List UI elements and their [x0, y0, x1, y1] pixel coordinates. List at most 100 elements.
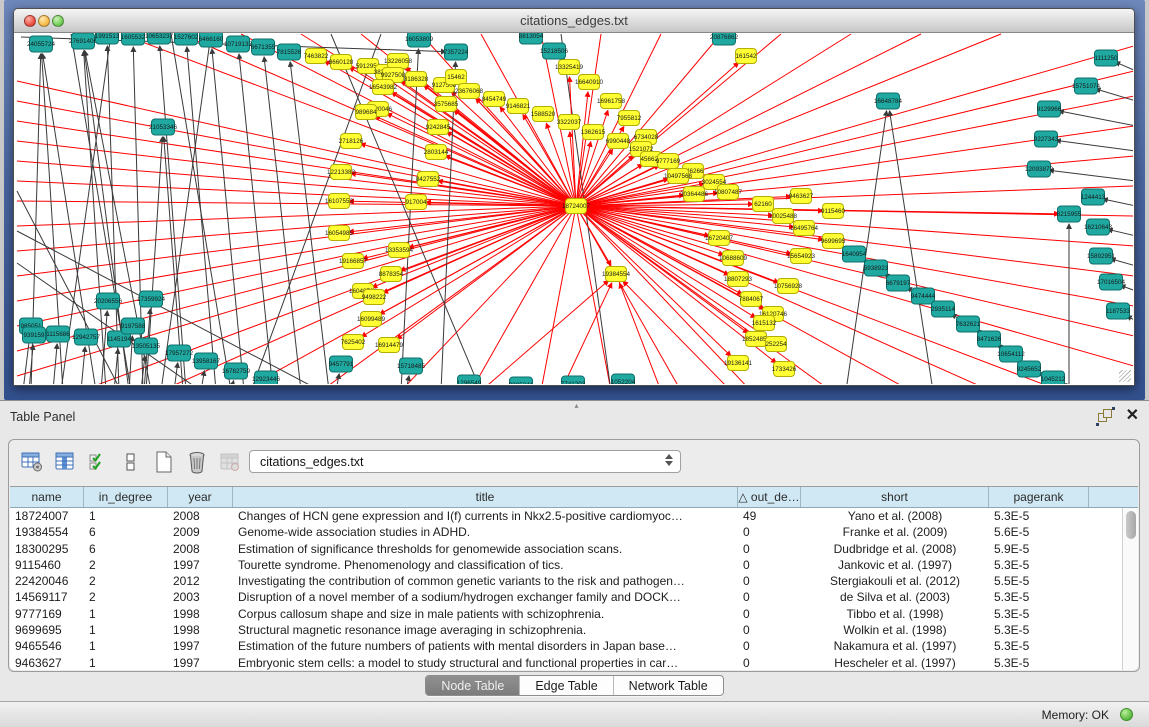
graph-node[interactable]: 20876862: [710, 33, 739, 45]
column-header-short[interactable]: short: [801, 487, 989, 507]
graph-node[interactable]: 9245652: [1017, 361, 1042, 377]
memory-status-icon[interactable]: [1120, 708, 1133, 721]
table-row[interactable]: 1938455462009Genome-wide association stu…: [10, 524, 1122, 540]
graph-node[interactable]: 15654923: [787, 249, 816, 264]
graph-node[interactable]: 16640910: [575, 75, 604, 90]
graph-node[interactable]: 6466160: [199, 33, 224, 47]
select-checklist-icon[interactable]: [85, 449, 111, 475]
import-table-disabled-icon[interactable]: [217, 449, 243, 475]
graph-node[interactable]: 1605532: [121, 33, 146, 45]
graph-node[interactable]: 10807487: [714, 185, 743, 200]
graph-node[interactable]: 9242845: [426, 120, 451, 135]
window-titlebar[interactable]: citations_edges.txt: [14, 9, 1134, 33]
graph-node[interactable]: 10719133: [224, 36, 253, 52]
table-row[interactable]: 946554611997Estimation of the future num…: [10, 638, 1122, 654]
new-document-icon[interactable]: [151, 449, 177, 475]
graph-node[interactable]: 1187533: [1106, 303, 1131, 319]
graph-node[interactable]: 7463822: [304, 49, 329, 64]
graph-node[interactable]: 9146821: [506, 99, 531, 114]
graph-node[interactable]: 10653237: [145, 33, 174, 44]
canvas-resize-grip[interactable]: [1119, 370, 1131, 382]
graph-node[interactable]: 10756928: [774, 279, 803, 294]
graph-node[interactable]: 8878354: [379, 267, 404, 282]
graph-node[interactable]: 15751074: [1072, 78, 1101, 94]
graph-node[interactable]: 8660128: [329, 55, 354, 70]
column-header-title[interactable]: title: [233, 487, 738, 507]
table-row[interactable]: 2242004622012Investigating the contribut…: [10, 573, 1122, 589]
graph-node[interactable]: 19166857: [339, 254, 368, 269]
table-row[interactable]: 977716911998Corpus callosum shape and si…: [10, 606, 1122, 622]
graph-node[interactable]: 6671355: [251, 39, 276, 55]
graph-node[interactable]: 9457791: [329, 356, 354, 372]
graph-node[interactable]: 16495764: [790, 221, 819, 236]
graph-node[interactable]: 12942757: [72, 329, 101, 345]
graph-node[interactable]: 17957272: [165, 345, 194, 361]
graph-node[interactable]: 20206556: [94, 293, 123, 309]
column-header-pagerank[interactable]: pagerank: [989, 487, 1089, 507]
graph-node[interactable]: 1111250: [1094, 50, 1118, 66]
graph-node[interactable]: 19136141: [724, 356, 753, 371]
graph-node[interactable]: 1362615: [581, 125, 606, 140]
graph-node[interactable]: 1615132: [752, 316, 777, 331]
graph-node[interactable]: 3575685: [434, 97, 459, 112]
graph-node[interactable]: 9227343: [1034, 131, 1059, 147]
row-cells-icon[interactable]: [118, 449, 144, 475]
table-row[interactable]: 969969511998Structural magnetic resonanc…: [10, 622, 1122, 638]
panel-resize-grip-icon[interactable]: ▴: [575, 401, 579, 410]
graph-node[interactable]: 16961758: [597, 94, 626, 109]
graph-node[interactable]: 1045212: [1041, 371, 1066, 384]
column-header-year[interactable]: year: [168, 487, 233, 507]
graph-node[interactable]: 16720407: [705, 231, 734, 246]
graph-node[interactable]: 7741203: [561, 376, 586, 384]
graph-node[interactable]: 7815526: [277, 44, 302, 60]
table-select-combo[interactable]: citations_edges.txt: [249, 450, 681, 473]
tab-edge-table[interactable]: Edge Table: [519, 676, 612, 695]
graph-node[interactable]: 10654112: [997, 346, 1025, 362]
graph-node[interactable]: 1244413: [1081, 189, 1106, 205]
column-header-in_degree[interactable]: in_degree: [84, 487, 168, 507]
graph-node[interactable]: 17016504: [1097, 274, 1126, 290]
graph-node[interactable]: 13226058: [384, 54, 413, 69]
graph-node[interactable]: 7632621: [956, 316, 981, 332]
graph-node[interactable]: 16914479: [375, 338, 404, 353]
graph-node[interactable]: 9777169: [656, 154, 681, 169]
graph-node[interactable]: 16107553: [325, 194, 354, 209]
graph-node[interactable]: 161542: [735, 49, 757, 64]
graph-node[interactable]: 1733426: [772, 362, 797, 377]
graph-node[interactable]: 2718126: [339, 134, 364, 149]
graph-node[interactable]: 13958167: [192, 353, 221, 369]
table-row[interactable]: 911546021997Tourette syndrome. Phenomeno…: [10, 557, 1122, 573]
graph-node[interactable]: 16210643: [1084, 219, 1113, 235]
graph-node[interactable]: 3322037: [557, 115, 582, 130]
graph-node[interactable]: 10497568: [664, 169, 693, 184]
graph-node[interactable]: 12213383: [327, 165, 356, 180]
network-canvas[interactable]: 7463822866012859129543827509132260589927…: [15, 33, 1133, 384]
graph-node[interactable]: 7955812: [617, 111, 642, 126]
graph-hub-node[interactable]: 18724007: [562, 199, 591, 214]
graph-node[interactable]: 8454749: [482, 92, 507, 107]
table-settings-icon[interactable]: [19, 449, 45, 475]
graph-node[interactable]: 9197588: [121, 318, 146, 334]
graph-node[interactable]: 20364486: [680, 187, 709, 202]
graph-node[interactable]: 7884067: [739, 292, 764, 307]
delete-trash-icon[interactable]: [184, 449, 210, 475]
graph-node[interactable]: 7625402: [341, 335, 366, 350]
graph-node[interactable]: 1115686: [46, 326, 70, 342]
graph-node[interactable]: 16099489: [357, 312, 386, 327]
graph-node[interactable]: 18807293: [724, 272, 753, 287]
graph-node[interactable]: 252254: [765, 337, 787, 352]
graph-node[interactable]: 13325419: [555, 60, 584, 75]
graph-node[interactable]: 9115460: [821, 204, 846, 219]
table-row[interactable]: 1872400712008Changes of HCN gene express…: [10, 508, 1122, 524]
graph-node[interactable]: 15892951: [1087, 248, 1116, 264]
table-row[interactable]: 946362711997Embryonic stem cells: a mode…: [10, 655, 1122, 670]
graph-node[interactable]: 5938923: [864, 260, 889, 276]
graph-node[interactable]: 17359924: [137, 291, 166, 307]
graph-node[interactable]: 9885341: [509, 377, 534, 384]
table-row[interactable]: 1830029562008Estimation of significance …: [10, 541, 1122, 557]
graph-node[interactable]: 8427552: [416, 172, 441, 187]
graph-node[interactable]: 1527602: [174, 33, 199, 45]
graph-node[interactable]: 62160: [753, 197, 774, 212]
graph-node[interactable]: 10025488: [769, 209, 798, 224]
column-visibility-icon[interactable]: [52, 449, 78, 475]
